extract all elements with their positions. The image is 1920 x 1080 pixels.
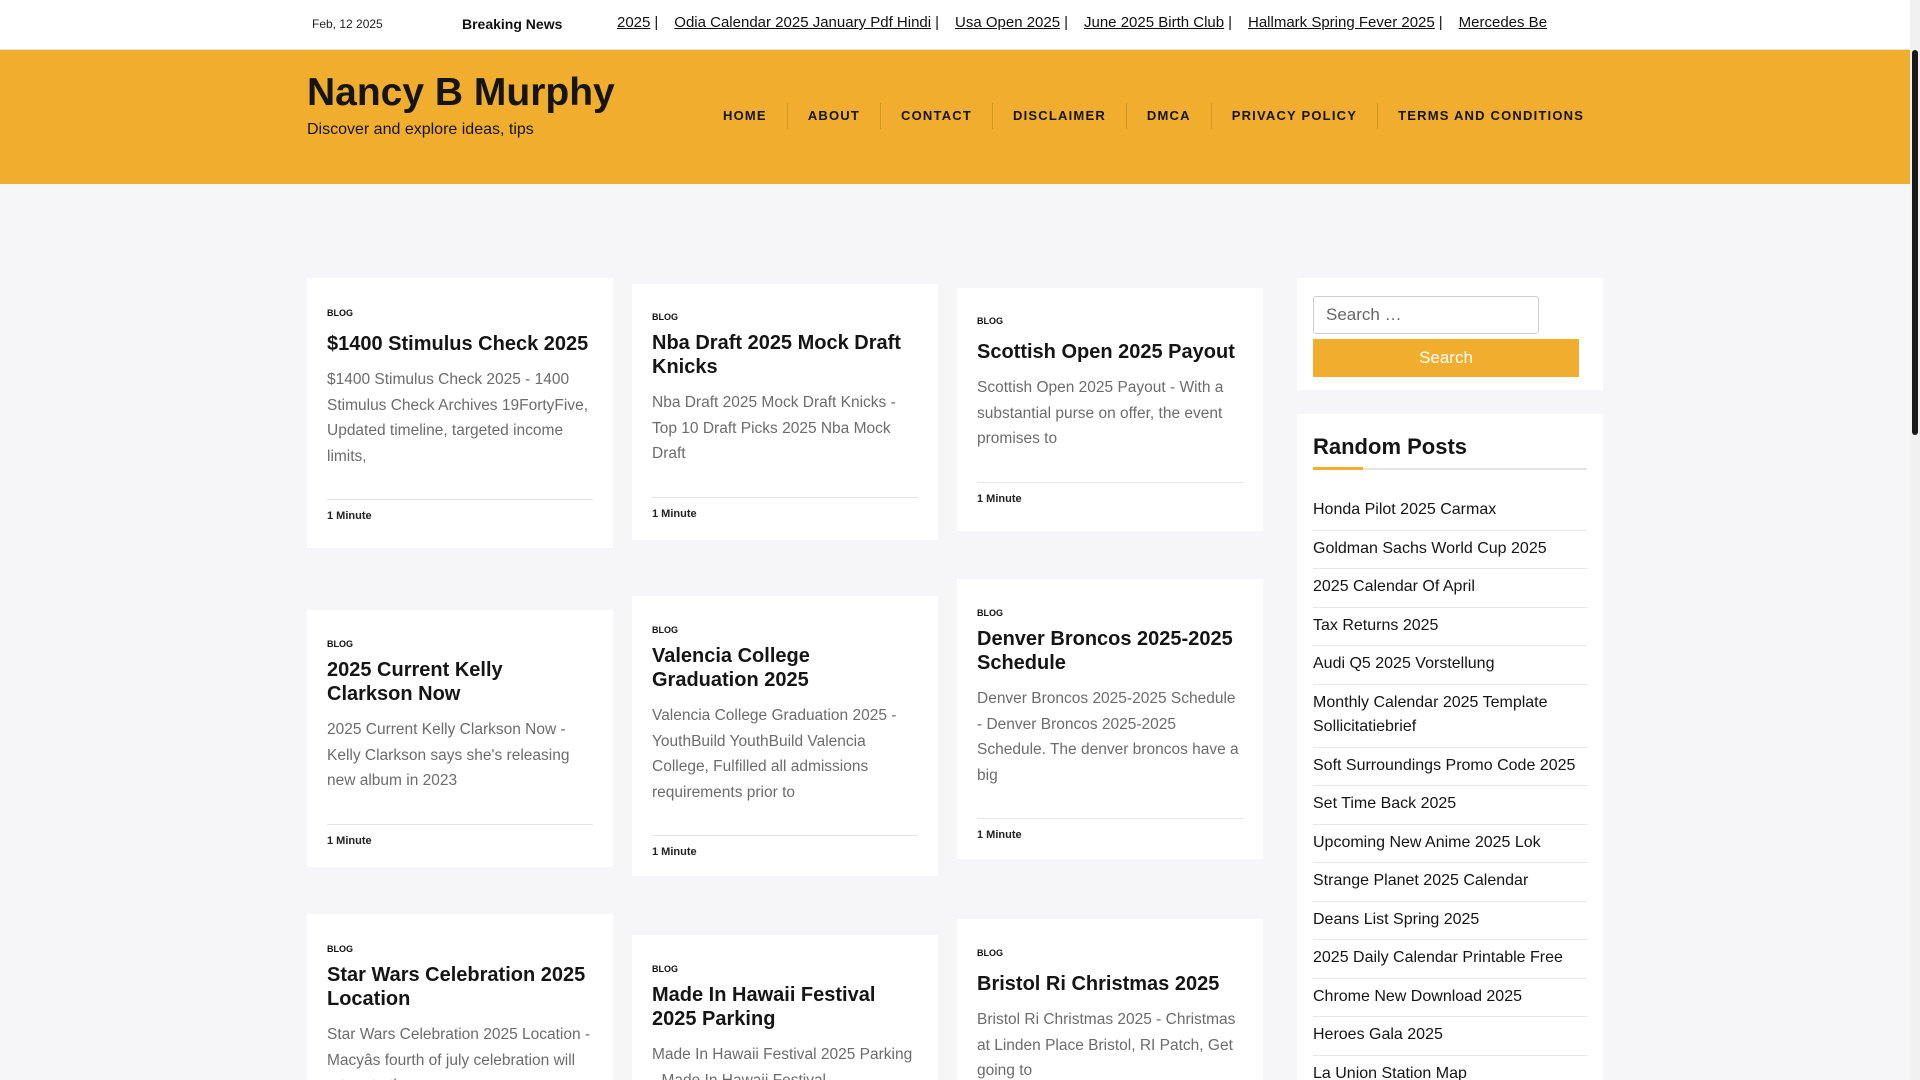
card-divider [977, 481, 1243, 483]
nav-item-contact[interactable]: CONTACT [880, 103, 992, 129]
random-post-link[interactable]: Heroes Gala 2025 [1313, 1017, 1587, 1056]
post-excerpt: $1400 Stimulus Check 2025 - 1400 Stimulu… [327, 371, 589, 465]
scrollbar-thumb[interactable] [1912, 50, 1918, 435]
search-input[interactable] [1313, 296, 1539, 334]
random-post-link[interactable]: Chrome New Download 2025 [1313, 979, 1587, 1017]
random-posts-list: Honda Pilot 2025 Carmax Goldman Sachs Wo… [1313, 492, 1587, 1080]
site-title[interactable]: Nancy B Murphy [307, 71, 615, 115]
post-category[interactable]: BLOG [327, 944, 593, 954]
post-excerpt: 2025 Current Kelly Clarkson Now - Kelly … [327, 721, 570, 789]
post-excerpt: Denver Broncos 2025-2025 Schedule - Denv… [977, 690, 1239, 784]
post-category[interactable]: BLOG [327, 308, 593, 318]
card-divider [652, 496, 918, 498]
post-category[interactable]: BLOG [652, 312, 918, 322]
random-post-link[interactable]: Strange Planet 2025 Calendar [1313, 863, 1587, 902]
post-category[interactable]: BLOG [977, 316, 1243, 326]
page-scrollbar[interactable] [1910, 0, 1920, 1080]
nav-item-terms-and-conditions[interactable]: TERMS AND CONDITIONS [1377, 103, 1604, 129]
post-card: BLOG Bristol Ri Christmas 2025 Bristol R… [957, 919, 1263, 1080]
post-title[interactable]: Made In Hawaii Festival 2025 Parking [652, 983, 918, 1031]
breaking-news-label: Breaking News [462, 16, 563, 32]
post-title[interactable]: Nba Draft 2025 Mock Draft Knicks [652, 331, 918, 379]
ticker-link[interactable]: June 2025 Birth Club [1084, 14, 1224, 31]
post-excerpt: Star Wars Celebration 2025 Location - Ma… [327, 1026, 591, 1080]
card-divider [327, 499, 593, 500]
post-title[interactable]: Valencia College Graduation 2025 [652, 644, 918, 692]
random-post-link[interactable]: Upcoming New Anime 2025 Lok [1313, 825, 1587, 863]
main-nav: HOME ABOUT CONTACT DISCLAIMER DMCA PRIVA… [703, 100, 1604, 132]
site-header: Nancy B Murphy Discover and explore idea… [0, 50, 1910, 184]
post-card: BLOG 2025 Current Kelly Clarkson Now 202… [307, 610, 613, 867]
random-post-link[interactable]: Audi Q5 2025 Vorstellung [1313, 646, 1587, 685]
nav-item-disclaimer[interactable]: DISCLAIMER [992, 103, 1126, 129]
post-title[interactable]: Bristol Ri Christmas 2025 [977, 972, 1243, 996]
random-post-link[interactable]: Soft Surroundings Promo Code 2025 [1313, 748, 1587, 786]
read-time: 1 Minute [652, 507, 697, 520]
nav-item-dmca[interactable]: DMCA [1125, 103, 1211, 129]
post-card: BLOG Scottish Open 2025 Payout Scottish … [957, 288, 1263, 531]
search-button[interactable]: Search [1313, 339, 1579, 377]
breaking-news-ticker: 2025 | Odia Calendar 2025 January Pdf Hind… [617, 14, 1548, 31]
post-card: BLOG Denver Broncos 2025-2025 Schedule D… [957, 579, 1263, 859]
random-post-link[interactable]: Tax Returns 2025 [1313, 608, 1587, 646]
random-post-link[interactable]: Deans List Spring 2025 [1313, 902, 1587, 940]
post-title[interactable]: $1400 Stimulus Check 2025 [327, 332, 593, 356]
nav-item-home[interactable]: HOME [703, 103, 787, 129]
card-divider [652, 835, 918, 836]
read-time: 1 Minute [977, 829, 1022, 841]
random-post-link[interactable]: La Union Station Map [1313, 1056, 1587, 1080]
read-time: 1 Minute [652, 846, 697, 858]
ticker-link[interactable]: Usa Open 2025 [955, 14, 1060, 31]
post-card: BLOG Valencia College Graduation 2025 Va… [632, 596, 938, 876]
random-post-link[interactable]: 2025 Calendar Of April [1313, 569, 1587, 608]
random-post-link[interactable]: Honda Pilot 2025 Carmax [1313, 492, 1587, 531]
ticker-link[interactable]: Odia Calendar 2025 January Pdf Hindi [674, 14, 931, 31]
random-post-link[interactable]: Monthly Calendar 2025 Template Sollicita… [1313, 685, 1587, 748]
post-card: BLOG Made In Hawaii Festival 2025 Parkin… [632, 935, 938, 1080]
random-post-link[interactable]: Goldman Sachs World Cup 2025 [1313, 531, 1587, 569]
card-divider [977, 818, 1243, 819]
read-time: 1 Minute [327, 834, 372, 847]
ticker-link[interactable]: 2025 [617, 14, 650, 31]
random-post-link[interactable]: Set Time Back 2025 [1313, 786, 1587, 825]
top-bar: Feb, 12 2025 Breaking News 2025 | Odia Cal… [0, 0, 1910, 50]
site-tagline: Discover and explore ideas, tips [307, 121, 534, 138]
random-posts-title: Random Posts [1313, 434, 1468, 459]
post-card: BLOG $1400 Stimulus Check 2025 $1400 Sti… [307, 278, 613, 548]
title-underline [1313, 467, 1587, 470]
card-divider [327, 823, 593, 825]
search-widget: Search [1297, 278, 1603, 390]
post-category[interactable]: BLOG [652, 625, 918, 635]
post-excerpt: Valencia College Graduation 2025 - Youth… [652, 707, 897, 801]
post-card: BLOG Star Wars Celebration 2025 Location… [307, 914, 613, 1080]
ticker-link[interactable]: Hallmark Spring Fever 2025 [1248, 14, 1435, 31]
post-title[interactable]: Scottish Open 2025 Payout [977, 340, 1243, 364]
post-title[interactable]: 2025 Current Kelly Clarkson Now [327, 658, 593, 706]
post-card: BLOG Nba Draft 2025 Mock Draft Knicks Nb… [632, 284, 938, 540]
ticker-link[interactable]: Mercedes Be [1459, 14, 1547, 31]
post-excerpt: Made In Hawaii Festival 2025 Parking - M… [652, 1046, 913, 1080]
post-excerpt: Scottish Open 2025 Payout - With a subst… [977, 379, 1224, 447]
current-date: Feb, 12 2025 [312, 17, 383, 31]
post-excerpt: Bristol Ri Christmas 2025 - Christmas at… [977, 1011, 1236, 1079]
post-excerpt: Nba Draft 2025 Mock Draft Knicks - Top 1… [652, 394, 896, 462]
post-category[interactable]: BLOG [977, 948, 1243, 958]
post-category[interactable]: BLOG [652, 964, 918, 974]
nav-item-about[interactable]: ABOUT [786, 103, 880, 129]
post-category[interactable]: BLOG [977, 608, 1243, 618]
read-time: 1 Minute [327, 510, 372, 522]
nav-item-privacy-policy[interactable]: PRIVACY POLICY [1210, 103, 1377, 129]
random-posts-widget: Random Posts Honda Pilot 2025 Carmax Gol… [1297, 414, 1603, 1080]
post-title[interactable]: Star Wars Celebration 2025 Location [327, 963, 593, 1011]
post-title[interactable]: Denver Broncos 2025-2025 Schedule [977, 627, 1243, 675]
read-time: 1 Minute [977, 492, 1022, 505]
post-category[interactable]: BLOG [327, 639, 593, 649]
random-post-link[interactable]: 2025 Daily Calendar Printable Free [1313, 940, 1587, 979]
